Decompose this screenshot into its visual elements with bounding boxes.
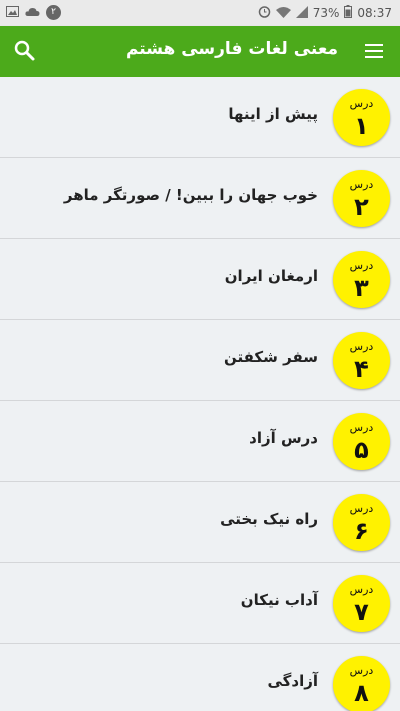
lesson-row[interactable]: درس ۴ سفر شکفتن — [0, 320, 400, 401]
image-icon — [6, 5, 19, 20]
lesson-list: درس ۱ پیش از اینها درس ۲ خوب جهان را ببی… — [0, 77, 400, 711]
status-bar: ۲ 73% 08:37 — [0, 0, 400, 26]
lesson-label: درس — [349, 259, 374, 272]
lesson-title: آداب نیکان — [240, 591, 318, 609]
alarm-icon — [258, 5, 271, 21]
lesson-row[interactable]: درس ۳ ارمغان ایران — [0, 239, 400, 320]
lesson-title: خوب جهان را ببین! / صورتگر ماهر — [63, 186, 318, 204]
lesson-number-badge: درس ۱ — [333, 89, 390, 146]
battery-percent: 73% — [312, 6, 340, 20]
cloud-icon — [25, 6, 40, 20]
lesson-row[interactable]: درس ۲ خوب جهان را ببین! / صورتگر ماهر — [0, 158, 400, 239]
lesson-number-badge: درس ۴ — [333, 332, 390, 389]
lesson-number: ۶ — [354, 517, 369, 545]
lesson-row[interactable]: درس ۶ راه نیک بختی — [0, 482, 400, 563]
search-icon[interactable] — [12, 38, 38, 64]
lesson-label: درس — [349, 583, 374, 596]
lesson-number-badge: درس ۳ — [333, 251, 390, 308]
lesson-title: راه نیک بختی — [220, 510, 318, 528]
lesson-number-badge: درس ۸ — [333, 656, 390, 711]
lesson-number-badge: درس ۲ — [333, 170, 390, 227]
lesson-number: ۴ — [354, 355, 369, 383]
lesson-number: ۲ — [354, 193, 369, 221]
lesson-number: ۸ — [354, 679, 369, 707]
app-bar: معنی لغات فارسی هشتم — [0, 26, 400, 77]
hamburger-menu-icon[interactable] — [362, 40, 386, 64]
lesson-number: ۳ — [354, 274, 369, 302]
wifi-icon — [275, 6, 291, 21]
lesson-title: آزادگی — [267, 672, 318, 690]
lesson-number-badge: درس ۶ — [333, 494, 390, 551]
lesson-title: پیش از اینها — [228, 105, 318, 123]
app-title: معنی لغات فارسی هشتم — [125, 39, 338, 59]
lesson-number: ۱ — [354, 112, 369, 140]
lesson-row[interactable]: درس ۵ درس آزاد — [0, 401, 400, 482]
lesson-row[interactable]: درس ۸ آزادگی — [0, 644, 400, 711]
lesson-label: درس — [349, 421, 374, 434]
lesson-label: درس — [349, 664, 374, 677]
lesson-label: درس — [349, 340, 374, 353]
lesson-title: ارمغان ایران — [224, 267, 318, 285]
lesson-row[interactable]: درس ۱ پیش از اینها — [0, 77, 400, 158]
lesson-row[interactable]: درس ۷ آداب نیکان — [0, 563, 400, 644]
signal-icon — [295, 5, 308, 21]
status-right: 73% 08:37 — [258, 5, 392, 21]
lesson-number-badge: درس ۷ — [333, 575, 390, 632]
lesson-number: ۷ — [354, 598, 369, 626]
battery-icon — [344, 5, 353, 21]
clock: 08:37 — [357, 6, 392, 20]
lesson-number: ۵ — [354, 436, 369, 464]
status-left: ۲ — [6, 5, 61, 20]
notification-count-badge: ۲ — [46, 5, 61, 20]
lesson-number-badge: درس ۵ — [333, 413, 390, 470]
lesson-label: درس — [349, 502, 374, 515]
lesson-label: درس — [349, 178, 374, 191]
lesson-title: سفر شکفتن — [224, 348, 318, 366]
lesson-label: درس — [349, 97, 374, 110]
lesson-title: درس آزاد — [249, 429, 318, 447]
